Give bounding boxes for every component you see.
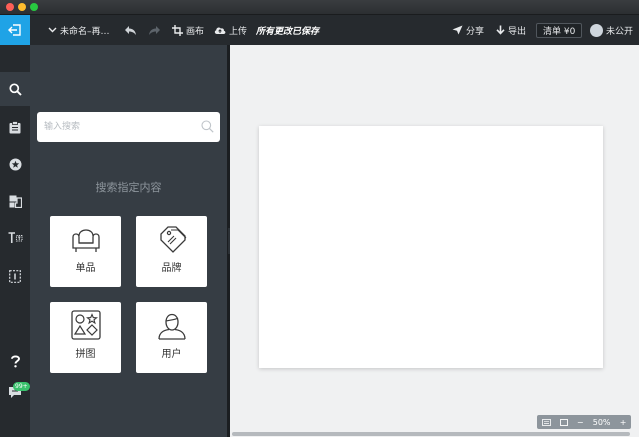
document-title-dropdown[interactable]: 未命名–再… xyxy=(48,15,110,45)
tags-icon xyxy=(159,226,186,253)
price-list-button[interactable]: 清单 ¥0 xyxy=(536,23,583,38)
undo-icon xyxy=(125,25,136,35)
rail-template-button[interactable] xyxy=(0,110,30,144)
canvas-workspace: − 50% + xyxy=(230,45,639,437)
zoom-level: 50% xyxy=(592,417,611,427)
window-titlebar xyxy=(0,0,639,15)
visibility-label: 未公开 xyxy=(606,26,634,37)
search-panel: 搜索指定内容 单品 品牌 拼图 xyxy=(30,45,227,437)
card-label: 用户 xyxy=(161,349,182,360)
question-icon xyxy=(10,354,20,367)
cloud-upload-icon xyxy=(214,27,226,34)
text-icon xyxy=(8,232,23,243)
rail-material-button[interactable] xyxy=(0,184,30,218)
save-status: 所有更改已保存 xyxy=(256,26,320,37)
exit-icon xyxy=(8,24,21,36)
top-toolbar: 未命名–再… 画布 上传 所有更改已保存 分享 导出 清单 ¥0 未公开 xyxy=(0,15,639,45)
chevron-down-icon xyxy=(48,27,57,33)
redo-button[interactable] xyxy=(148,15,161,45)
help-button[interactable] xyxy=(0,344,30,378)
redo-icon xyxy=(149,25,160,35)
sofa-icon xyxy=(71,229,100,252)
rail-search-button[interactable] xyxy=(0,72,30,106)
search-box xyxy=(37,112,220,142)
canvas-settings-button[interactable]: 画布 xyxy=(172,15,204,45)
visibility-button[interactable]: 未公开 xyxy=(590,15,633,45)
clipboard-icon xyxy=(9,120,21,133)
zoom-controls: − 50% + xyxy=(537,415,631,429)
user-icon xyxy=(157,313,186,340)
chat-button[interactable] xyxy=(0,375,30,409)
share-label: 分享 xyxy=(466,26,485,37)
fit-screen-icon[interactable] xyxy=(559,418,568,426)
tool-rail: 99+ xyxy=(0,45,30,437)
search-input[interactable] xyxy=(37,112,197,142)
rail-favorites-button[interactable] xyxy=(0,147,30,181)
export-button[interactable]: 导出 xyxy=(496,15,526,45)
maximize-window-button[interactable] xyxy=(30,3,38,11)
undo-button[interactable] xyxy=(124,15,137,45)
search-category-user[interactable]: 用户 xyxy=(136,302,207,373)
share-button[interactable]: 分享 xyxy=(452,15,484,45)
chat-badge: 99+ xyxy=(13,382,30,391)
horizontal-scrollbar[interactable] xyxy=(232,432,630,436)
zoom-in-button[interactable]: + xyxy=(620,418,627,427)
keyboard-icon[interactable] xyxy=(541,418,551,426)
search-hint-heading: 搜索指定内容 xyxy=(95,181,162,194)
search-category-product[interactable]: 单品 xyxy=(50,216,121,287)
download-icon xyxy=(496,25,505,35)
canvas-label: 画布 xyxy=(186,26,205,37)
search-icon[interactable] xyxy=(201,120,214,133)
zoom-out-button[interactable]: − xyxy=(577,418,584,427)
exit-button[interactable] xyxy=(0,15,30,45)
send-icon xyxy=(452,25,463,35)
star-icon xyxy=(9,158,21,170)
close-window-button[interactable] xyxy=(6,3,14,11)
artboard[interactable] xyxy=(259,126,603,368)
material-icon xyxy=(9,195,22,208)
shapes-icon xyxy=(70,310,101,340)
upload-button[interactable]: 上传 xyxy=(214,15,247,45)
minimize-window-button[interactable] xyxy=(18,3,26,11)
card-label: 品牌 xyxy=(161,263,182,274)
frame-icon xyxy=(9,269,21,283)
search-category-collage[interactable]: 拼图 xyxy=(50,302,121,373)
rail-text-button[interactable] xyxy=(0,221,30,255)
search-category-brand[interactable]: 品牌 xyxy=(136,216,207,287)
card-label: 拼图 xyxy=(75,349,96,360)
rail-frame-button[interactable] xyxy=(0,259,30,293)
avatar xyxy=(590,23,603,37)
card-label: 单品 xyxy=(75,263,96,274)
export-label: 导出 xyxy=(508,26,527,37)
search-icon xyxy=(8,82,22,96)
document-title: 未命名–再… xyxy=(60,26,110,37)
crop-icon xyxy=(172,24,183,36)
upload-label: 上传 xyxy=(229,26,248,37)
